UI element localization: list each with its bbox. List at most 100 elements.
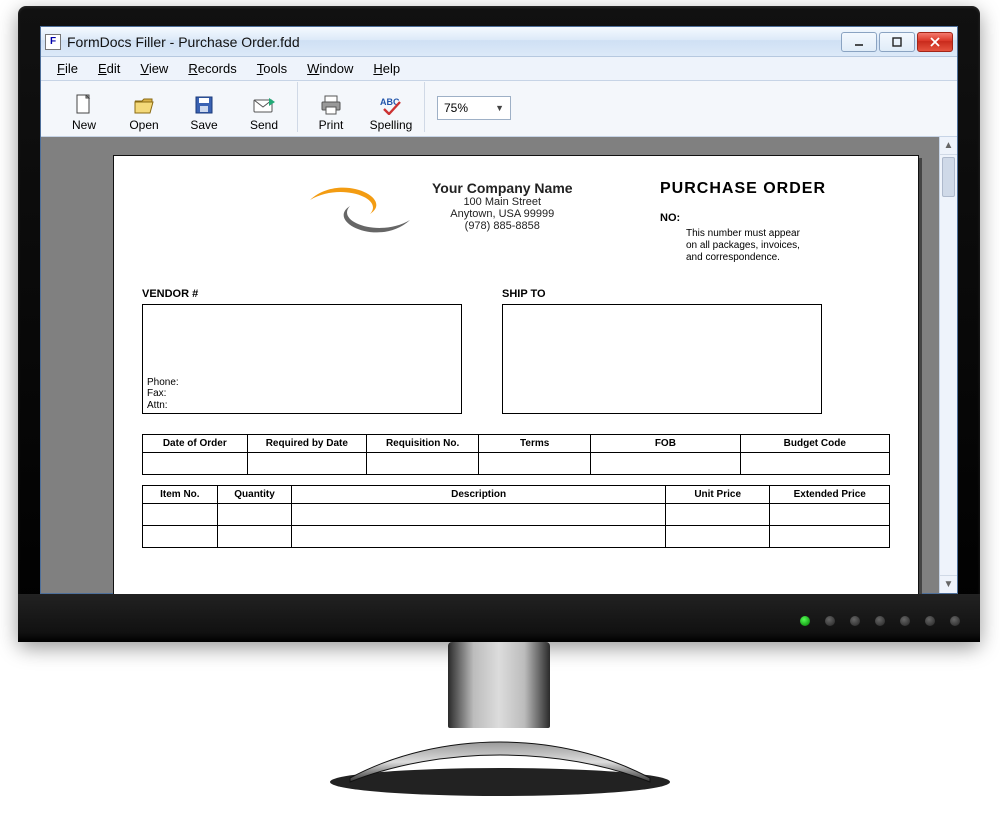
order-meta-table: Date of Order Required by Date Requisiti… [142,434,890,475]
company-addr2: Anytown, USA 99999 [432,208,573,220]
monitor-button[interactable] [900,616,910,626]
monitor-base [320,720,680,798]
monitor-controls-strip [18,594,980,642]
menu-file[interactable]: File [47,59,88,78]
col-desc: Description [292,486,666,504]
monitor-button[interactable] [850,616,860,626]
po-header-block: PURCHASE ORDER NO: This number must appe… [660,180,890,264]
chevron-down-icon: ▼ [495,103,504,113]
company-name: Your Company Name [432,180,573,196]
menu-window-label: indow [319,61,353,76]
menu-view-label: iew [149,61,169,76]
shipto-label: SHIP TO [502,288,822,300]
titlebar: F FormDocs Filler - Purchase Order.fdd [41,27,957,57]
po-note-3: and correspondence. [686,252,890,264]
toolbar: New Open Save [41,81,957,137]
minimize-icon [854,37,864,47]
po-note-1: This number must appear [686,228,890,240]
col-fob: FOB [591,435,740,453]
new-label: New [72,118,96,132]
menu-records[interactable]: Records [178,59,246,78]
po-note-2: on all packages, invoices, [686,240,890,252]
menu-edit[interactable]: Edit [88,59,130,78]
menu-help-label: elp [383,61,400,76]
minimize-button[interactable] [841,32,877,52]
menu-tools[interactable]: Tools [247,59,297,78]
toolbar-group-tools: Print ABC Spelling [298,82,425,132]
application-window: F FormDocs Filler - Purchase Order.fdd [40,26,958,594]
menu-view[interactable]: View [130,59,178,78]
save-button[interactable]: Save [181,94,227,132]
scroll-up-button[interactable]: ▲ [940,137,957,155]
company-addr1: 100 Main Street [432,196,573,208]
menu-help[interactable]: Help [363,59,410,78]
print-label: Print [319,118,344,132]
col-item-no: Item No. [143,486,218,504]
col-ext: Extended Price [770,486,890,504]
close-button[interactable] [917,32,953,52]
menubar: File Edit View Records Tools Window Help [41,57,957,81]
vendor-phone-label: Phone: [147,377,457,389]
po-title: PURCHASE ORDER [660,180,890,198]
open-label: Open [129,118,158,132]
power-led [800,616,810,626]
print-button[interactable]: Print [308,94,354,132]
form-header: Your Company Name 100 Main Street Anytow… [142,180,890,264]
menu-tools-label: ools [263,61,287,76]
table-row[interactable] [143,526,890,548]
menu-edit-label: dit [107,61,121,76]
monitor-button[interactable] [825,616,835,626]
toolbar-group-file: New Open Save [51,82,298,132]
col-reqno: Requisition No. [367,435,479,453]
menu-window[interactable]: Window [297,59,363,78]
send-icon [253,94,275,116]
maximize-button[interactable] [879,32,915,52]
form-page[interactable]: Your Company Name 100 Main Street Anytow… [113,155,919,594]
workspace: Your Company Name 100 Main Street Anytow… [41,137,957,593]
save-icon [193,94,215,116]
menu-file-label: ile [65,61,78,76]
print-icon [320,94,342,116]
po-no-label: NO: [660,212,680,224]
new-button[interactable]: New [61,94,107,132]
col-qty: Quantity [217,486,292,504]
window-title: FormDocs Filler - Purchase Order.fdd [67,34,841,50]
save-label: Save [190,118,217,132]
address-boxes: VENDOR # Phone: Fax: Attn: SHIP TO [142,288,890,414]
company-block: Your Company Name 100 Main Street Anytow… [300,180,642,264]
close-icon [930,37,940,47]
open-button[interactable]: Open [121,94,167,132]
monitor-button[interactable] [950,616,960,626]
spelling-icon: ABC [380,94,402,116]
shipto-box[interactable] [502,304,822,414]
col-date: Date of Order [143,435,248,453]
scroll-down-button[interactable]: ▼ [940,575,957,593]
monitor-neck [448,642,550,728]
monitor-button[interactable] [925,616,935,626]
vendor-label: VENDOR # [142,288,462,300]
open-icon [133,94,155,116]
company-logo [300,180,420,240]
zoom-value: 75% [444,101,468,115]
maximize-icon [892,37,902,47]
vendor-fax-label: Fax: [147,388,457,400]
table-row[interactable] [143,504,890,526]
spelling-button[interactable]: ABC Spelling [368,94,414,132]
monitor-button[interactable] [875,616,885,626]
vendor-attn-label: Attn: [147,400,457,412]
col-unit: Unit Price [665,486,770,504]
scroll-thumb[interactable] [942,157,955,197]
send-label: Send [250,118,278,132]
new-icon [73,94,95,116]
col-budget: Budget Code [740,435,889,453]
zoom-dropdown[interactable]: 75% ▼ [437,96,511,120]
spelling-label: Spelling [370,118,413,132]
line-items-table: Item No. Quantity Description Unit Price… [142,485,890,548]
table-row[interactable] [143,453,890,475]
vendor-box[interactable]: Phone: Fax: Attn: [142,304,462,414]
send-button[interactable]: Send [241,94,287,132]
col-terms: Terms [479,435,591,453]
app-icon: F [45,34,61,50]
vertical-scrollbar[interactable]: ▲ ▼ [939,137,957,593]
company-phone: (978) 885-8858 [432,220,573,232]
